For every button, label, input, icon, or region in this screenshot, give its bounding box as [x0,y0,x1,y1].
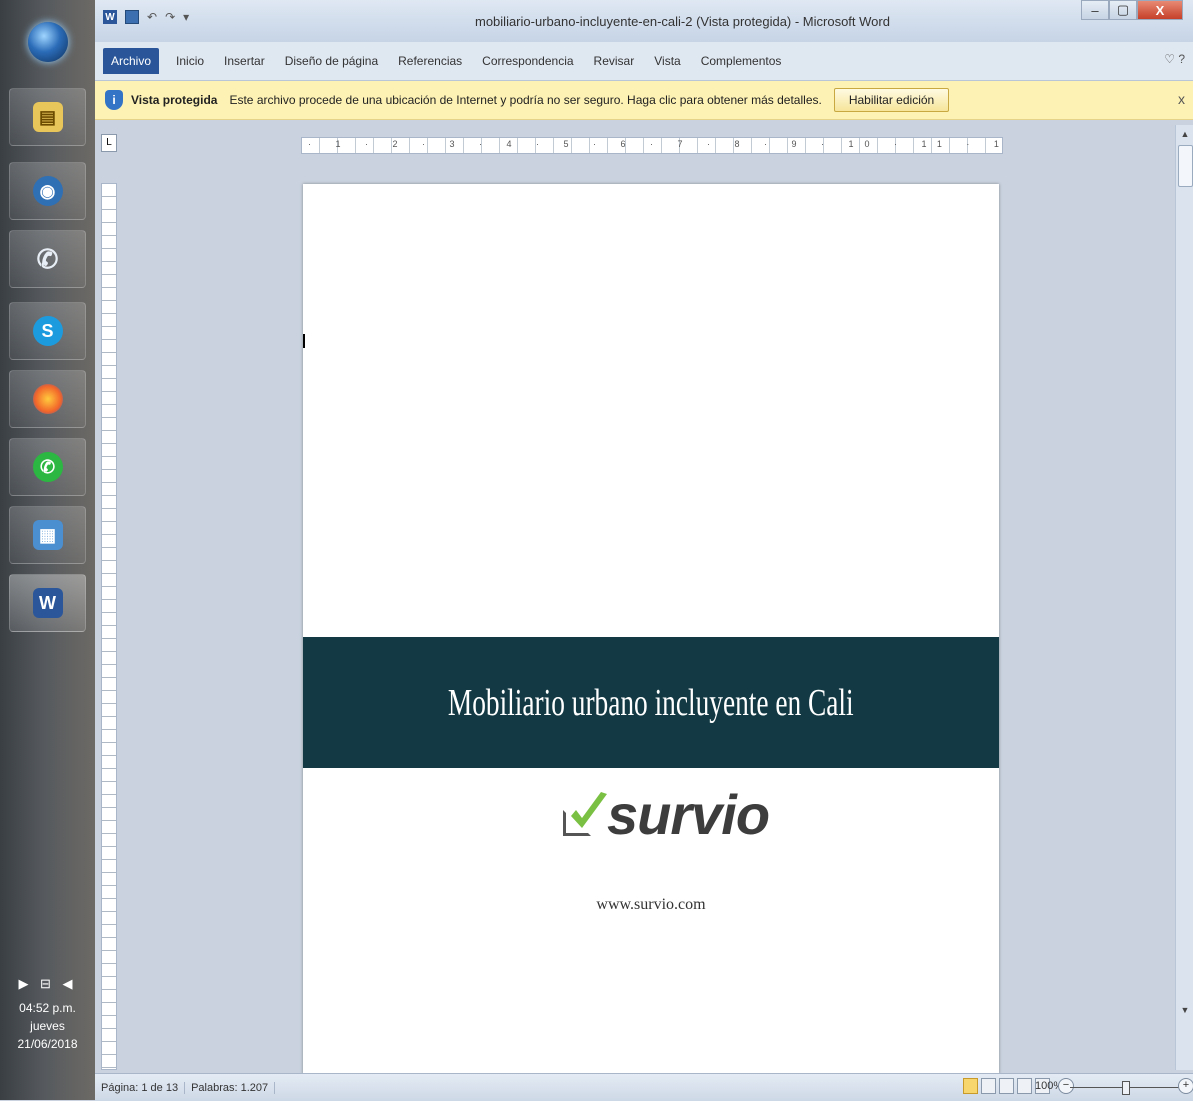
protected-view-title: Vista protegida [131,93,218,107]
taskbar-firefox[interactable] [9,370,86,428]
tab-complementos[interactable]: Complementos [698,51,785,71]
shield-info-icon: i [105,90,123,110]
title-bar: W ↶ ↷ ▾ mobiliario-urbano-incluyente-en-… [95,0,1193,42]
enable-editing-button[interactable]: Habilitar edición [833,88,950,112]
page-count[interactable]: Página: 1 de 13 [95,1081,186,1094]
maximize-button[interactable]: ▢ [1109,0,1137,20]
status-bar: Página: 1 de 13 Palabras: 1.207 100% − + [95,1073,1193,1101]
protected-view-bar: i Vista protegida Este archivo procede d… [95,81,1193,120]
word-window: W ↶ ↷ ▾ mobiliario-urbano-incluyente-en-… [95,0,1193,1101]
ribbon-tabs: Archivo Inicio Insertar Diseño de página… [95,42,1193,81]
firefox-icon [32,384,63,414]
full-screen-reading-icon[interactable] [981,1078,996,1094]
website-text: www.survio.com [596,896,706,913]
taskbar-phone[interactable]: ✆ [9,230,86,288]
protected-view-message[interactable]: Este archivo procede de una ubicación de… [229,93,821,107]
zoom-in-icon[interactable]: + [1178,1078,1193,1094]
tab-diseno-de-pagina[interactable]: Diseño de página [282,51,381,71]
skype-icon: S [32,316,63,346]
phone-icon: ✆ [36,243,59,274]
taskbar-whatsapp[interactable]: ✆ [9,438,86,496]
tab-vista[interactable]: Vista [651,51,683,71]
network-icon: ▦ [32,520,63,550]
undo-icon[interactable]: ↶ [147,10,157,24]
ruler-numbers: · 1 · 2 · 3 · 4 · 5 · 6 · 7 · 8 · 9 · 10… [308,139,1002,149]
save-icon[interactable] [125,10,139,24]
file-explorer-icon: ▤ [32,102,63,132]
tray-icons[interactable]: ▶ ⊟ ◀ [0,975,95,993]
windows-taskbar: ▤ ◉ ✆ S ✆ ▦ W ▶ ⊟ ◀ 04:52 p.m. jueves 21… [0,0,95,1100]
taskbar-skype[interactable]: S [9,302,86,360]
quick-access-toolbar: W ↶ ↷ ▾ [103,10,189,24]
tab-inicio[interactable]: Inicio [173,51,207,71]
help-icon[interactable]: ♡ ? [1164,52,1185,66]
tab-archivo[interactable]: Archivo [103,48,160,74]
taskbar-network[interactable]: ▦ [9,506,86,564]
word-app-icon[interactable]: W [103,10,117,24]
clock-day: jueves [30,1019,65,1033]
word-count[interactable]: Palabras: 1.207 [185,1081,276,1094]
document-page[interactable]: Mobiliario urbano incluyente en Cali sur… [303,184,999,1074]
browser-icon: ◉ [32,176,63,206]
taskbar-word[interactable]: W [9,574,86,632]
zoom-slider-knob[interactable] [1122,1081,1130,1095]
tab-revisar[interactable]: Revisar [591,51,638,71]
document-title: Mobiliario urbano incluyente en Cali [448,681,854,724]
clock-time[interactable]: 04:52 p.m. [0,999,95,1017]
window-controls: – ▢ X [1081,0,1183,20]
clock-date: 21/06/2018 [17,1037,78,1051]
close-bar-icon[interactable]: x [1178,91,1185,107]
title-banner: Mobiliario urbano incluyente en Cali [303,637,999,768]
close-button[interactable]: X [1137,0,1183,20]
scroll-thumb[interactable] [1178,145,1193,187]
vertical-scrollbar[interactable]: ▲ ▼ [1175,125,1193,1070]
taskbar-file-explorer[interactable]: ▤ [9,88,86,146]
tab-selector[interactable]: L [101,134,117,152]
start-button[interactable] [28,22,68,62]
zoom-out-icon[interactable]: − [1058,1078,1074,1094]
green-tick-icon [571,792,607,828]
vertical-ruler-ticks [102,184,116,1069]
web-layout-icon[interactable] [999,1078,1014,1094]
checkmark-icon [561,792,607,840]
print-layout-icon[interactable] [963,1078,978,1094]
system-tray: ▶ ⊟ ◀ 04:52 p.m. jueves 21/06/2018 [0,975,95,1053]
minimize-button[interactable]: – [1081,0,1109,20]
redo-icon[interactable]: ↷ [165,10,175,24]
taskbar-browser[interactable]: ◉ [9,162,86,220]
window-title: mobiliario-urbano-incluyente-en-cali-2 (… [475,14,890,29]
tab-insertar[interactable]: Insertar [221,51,268,71]
tab-referencias[interactable]: Referencias [395,51,465,71]
scroll-up-icon[interactable]: ▲ [1176,129,1193,139]
outline-icon[interactable] [1017,1078,1032,1094]
horizontal-ruler[interactable]: · 1 · 2 · 3 · 4 · 5 · 6 · 7 · 8 · 9 · 10… [301,137,1003,154]
survio-logo: survio [561,783,770,846]
zoom-slider[interactable] [1070,1081,1180,1095]
customize-qat-icon[interactable]: ▾ [183,10,189,24]
whatsapp-icon: ✆ [32,452,63,482]
scroll-down-icon[interactable]: ▼ [1176,1005,1193,1015]
logo-text: survio [607,783,770,846]
tab-correspondencia[interactable]: Correspondencia [479,51,576,71]
word-icon: W [32,588,63,618]
vertical-ruler[interactable] [101,183,117,1070]
text-cursor [303,334,305,348]
